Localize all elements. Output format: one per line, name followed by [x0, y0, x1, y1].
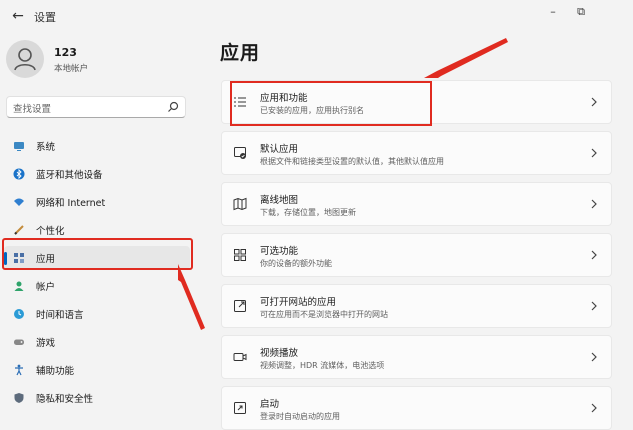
card-title: 离线地图	[260, 195, 299, 206]
title-bar: ← 设置 – ⧉	[0, 0, 633, 32]
sidebar-item-label: 时间和语言	[36, 310, 84, 321]
monitor-icon	[14, 142, 24, 151]
back-button[interactable]: ←	[8, 6, 28, 26]
sidebar-item-network[interactable]: 网络和 Internet	[4, 190, 190, 214]
annotation-box-apps-features	[230, 81, 432, 126]
card-default-apps[interactable]: 默认应用 根据文件和链接类型设置的默认值，其他默认值应用	[221, 131, 612, 175]
wifi-icon	[14, 198, 24, 206]
optional-features-icon	[234, 249, 246, 261]
chevron-right-icon	[591, 199, 597, 209]
card-title: 默认应用	[260, 144, 299, 155]
sidebar-item-bluetooth[interactable]: 蓝牙和其他设备	[4, 162, 190, 186]
video-icon	[233, 353, 247, 361]
sidebar-item-system[interactable]: 系统	[4, 134, 190, 158]
search-input[interactable]: 查找设置	[6, 96, 186, 118]
globe-clock-icon	[14, 309, 24, 319]
card-startup[interactable]: 启动 登录时自动启动的应用	[221, 386, 612, 430]
person-avatar-icon	[14, 48, 36, 71]
maximize-button[interactable]: ⧉	[569, 4, 593, 20]
sidebar-item-gaming[interactable]: 游戏	[4, 330, 190, 354]
sidebar-item-accounts[interactable]: 帐户	[4, 274, 190, 298]
avatar[interactable]	[6, 40, 44, 78]
chevron-right-icon	[591, 403, 597, 413]
chevron-right-icon	[591, 250, 597, 260]
card-subtitle: 下载，存储位置，地图更新	[260, 208, 356, 217]
gamepad-icon	[14, 339, 24, 345]
search-placeholder: 查找设置	[13, 104, 52, 115]
user-name: 123	[54, 46, 77, 59]
sidebar-item-label: 游戏	[36, 338, 56, 349]
shield-icon	[14, 393, 24, 403]
card-subtitle: 视频调整，HDR 流媒体，电池选项	[260, 361, 385, 370]
minimize-button[interactable]: –	[541, 4, 565, 20]
card-title: 可选功能	[260, 246, 299, 257]
default-app-icon	[234, 147, 246, 159]
pencil-icon	[14, 225, 24, 235]
card-title: 可打开网站的应用	[260, 297, 337, 308]
card-subtitle: 根据文件和链接类型设置的默认值，其他默认值应用	[260, 157, 444, 166]
chevron-right-icon	[591, 97, 597, 107]
card-title: 视频播放	[260, 348, 299, 359]
card-title: 启动	[260, 399, 280, 410]
card-offline-maps[interactable]: 离线地图 下载，存储位置，地图更新	[221, 182, 612, 226]
sidebar-item-label: 系统	[36, 142, 56, 153]
open-website-icon	[234, 300, 246, 312]
sidebar-item-label: 帐户	[36, 282, 56, 293]
sidebar-item-accessibility[interactable]: 辅助功能	[4, 358, 190, 382]
card-apps-for-websites[interactable]: 可打开网站的应用 可在应用而不是浏览器中打开的网站	[221, 284, 612, 328]
annotation-box-apps	[2, 238, 193, 270]
account-type: 本地帐户	[54, 64, 89, 74]
sidebar-item-label: 蓝牙和其他设备	[36, 170, 103, 181]
sidebar-item-label: 辅助功能	[36, 366, 75, 377]
startup-icon	[234, 402, 246, 414]
sidebar-item-time-language[interactable]: 时间和语言	[4, 302, 190, 326]
chevron-right-icon	[591, 148, 597, 158]
sidebar-item-label: 个性化	[36, 226, 65, 237]
sidebar-item-privacy[interactable]: 隐私和安全性	[4, 386, 190, 410]
arrow-to-apps-features	[424, 38, 508, 78]
chevron-right-icon	[591, 352, 597, 362]
sidebar-item-label: 网络和 Internet	[36, 198, 106, 209]
search-icon	[168, 101, 179, 112]
person-icon	[14, 281, 24, 291]
bluetooth-icon	[13, 168, 25, 180]
card-video-playback[interactable]: 视频播放 视频调整，HDR 流媒体，电池选项	[221, 335, 612, 379]
window-title: 设置	[34, 11, 56, 24]
card-optional-features[interactable]: 可选功能 你的设备的额外功能	[221, 233, 612, 277]
card-subtitle: 登录时自动启动的应用	[260, 412, 340, 421]
accessibility-icon	[15, 364, 23, 376]
card-subtitle: 可在应用而不是浏览器中打开的网站	[260, 310, 388, 319]
map-icon	[233, 197, 247, 211]
sidebar-item-label: 隐私和安全性	[36, 394, 94, 405]
chevron-right-icon	[591, 301, 597, 311]
page-title: 应用	[220, 42, 261, 64]
card-subtitle: 你的设备的额外功能	[260, 259, 332, 268]
